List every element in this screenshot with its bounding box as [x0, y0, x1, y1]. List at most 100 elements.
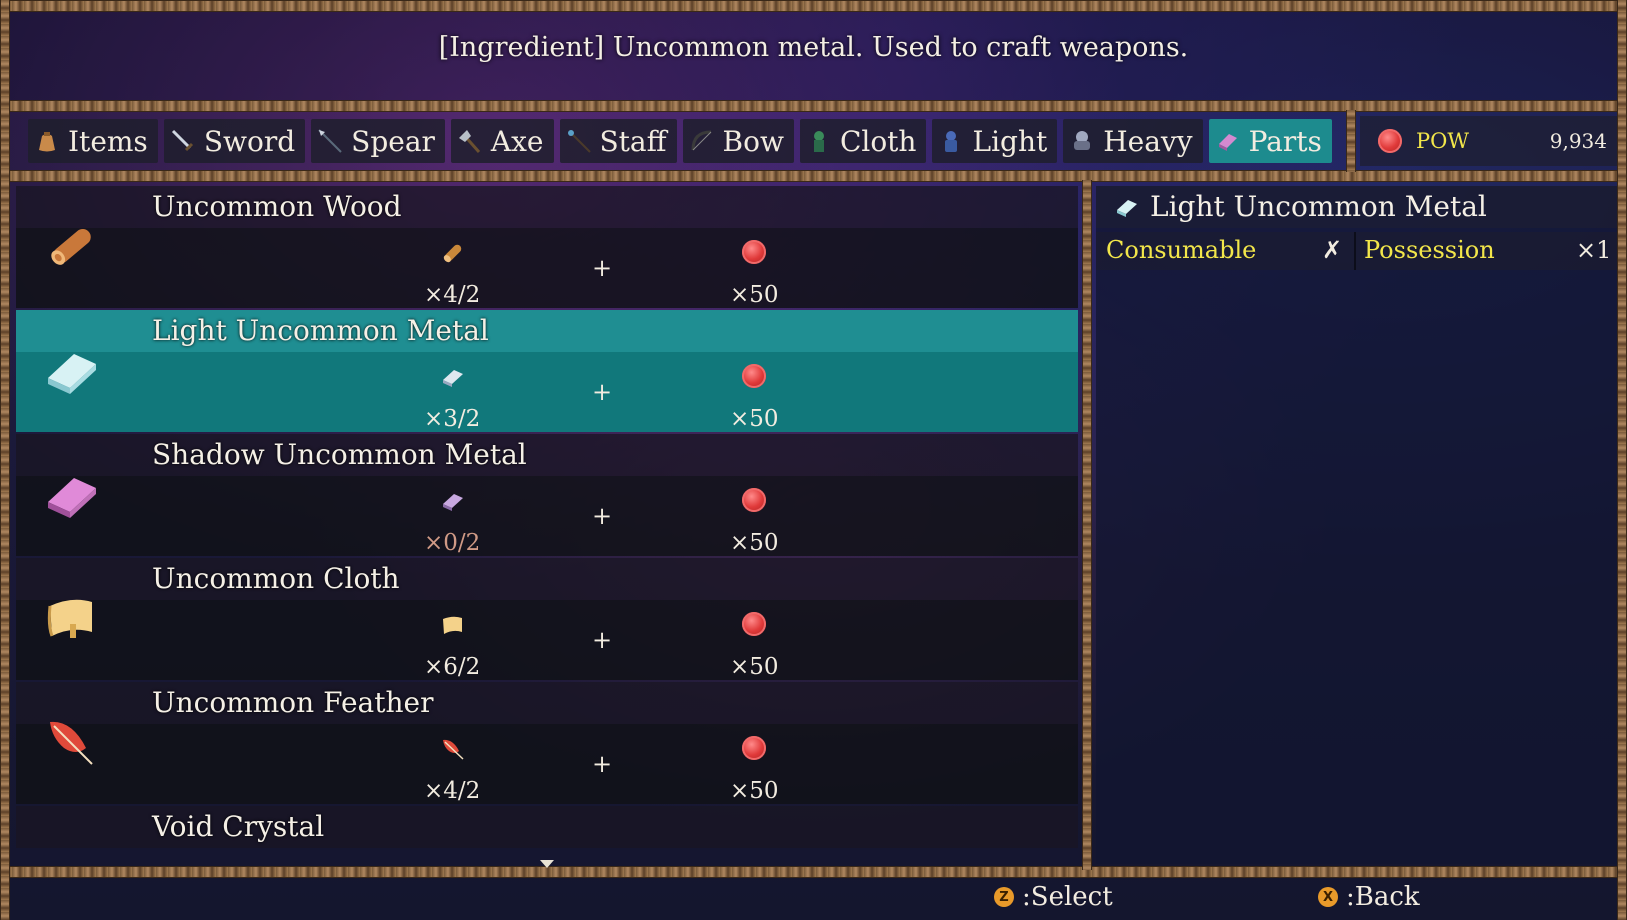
tab-heavy[interactable]: Heavy [1063, 119, 1203, 163]
item-description: [Ingredient] Uncommon metal. Used to cra… [438, 32, 1189, 63]
tab-label: Staff [599, 124, 667, 158]
tab-label: Sword [203, 124, 296, 158]
cost-quantity: ×50 [730, 406, 779, 432]
cost-quantity: ×50 [730, 530, 779, 556]
pow-coin-icon [742, 488, 766, 516]
back-label: :Back [1346, 882, 1420, 912]
item-detail-panel: Light Uncommon Metal Consumable ✗ Posses… [1096, 186, 1617, 864]
tab-label: Axe [490, 124, 544, 158]
heavy-armor-icon [1069, 128, 1095, 154]
recipe-name: Light Uncommon Metal [152, 314, 489, 347]
tab-sword[interactable]: Sword [163, 119, 306, 163]
tab-label: Heavy [1103, 124, 1193, 158]
light-metal-ingot-icon [42, 340, 102, 400]
currency-display: POW 9,934 [1360, 116, 1617, 166]
plus-sign: + [592, 750, 613, 778]
category-tabs: Items Sword Spear Axe Staff Bow Cloth Li… [10, 116, 1345, 166]
recipe-row-shadow-uncommon-metal[interactable]: Shadow Uncommon Metal ×0/2 + ×50 [16, 434, 1078, 558]
tab-label: Bow [722, 124, 784, 158]
tab-axe[interactable]: Axe [450, 119, 554, 163]
cost-quantity: ×50 [730, 778, 779, 804]
top-border [0, 0, 1627, 12]
possession-value: ×1 [1576, 236, 1612, 264]
material-quantity: ×4/2 [424, 282, 481, 308]
tab-spear[interactable]: Spear [311, 119, 445, 163]
staff-icon [566, 128, 592, 154]
tab-staff[interactable]: Staff [559, 119, 677, 163]
feather-icon [42, 712, 102, 772]
recipe-row-uncommon-feather[interactable]: Uncommon Feather ×4/2 + ×50 [16, 682, 1078, 806]
tab-cloth[interactable]: Cloth [799, 119, 927, 163]
select-hint[interactable]: Z :Select [994, 882, 1113, 912]
tab-bow[interactable]: Bow [682, 119, 794, 163]
tabs-divider [1346, 110, 1356, 172]
panel-divider [1082, 180, 1092, 870]
recipe-name: Uncommon Wood [152, 190, 402, 223]
possession-label: Possession [1364, 236, 1495, 264]
material-quantity: ×0/2 [424, 530, 481, 556]
back-hint[interactable]: X :Back [1318, 882, 1420, 912]
recipe-name: Uncommon Feather [152, 686, 434, 719]
spear-icon [317, 128, 343, 154]
tab-label: Spear [351, 124, 435, 158]
tab-label: Parts [1248, 124, 1322, 158]
cloth-icon [806, 128, 832, 154]
pow-coin-icon [742, 240, 766, 268]
tab-light[interactable]: Light [932, 119, 1058, 163]
tab-label: Light [972, 124, 1048, 158]
material-quantity: ×4/2 [424, 778, 481, 804]
sword-icon [170, 128, 196, 154]
plus-sign: + [592, 502, 613, 530]
scroll-down-arrow-icon[interactable] [540, 860, 554, 868]
recipe-list: Uncommon Wood ×4/2 + ×50 Light Uncommon … [16, 186, 1078, 864]
recipe-name: Shadow Uncommon Metal [152, 438, 527, 471]
recipe-row-void-crystal[interactable]: Void Crystal [16, 806, 1078, 864]
tab-parts[interactable]: Parts [1208, 119, 1332, 163]
tabs-bottom-border [0, 170, 1627, 182]
recipe-name: Void Crystal [152, 810, 325, 843]
tabs-top-border [0, 100, 1627, 112]
pow-coin-icon [1378, 129, 1402, 153]
wood-log-icon [42, 216, 102, 276]
material-icon [440, 240, 466, 266]
recipe-row-light-uncommon-metal[interactable]: Light Uncommon Metal ×3/2 + ×50 [16, 310, 1078, 434]
detail-properties: Consumable ✗ Possession ×1 [1096, 232, 1617, 270]
plus-sign: + [592, 254, 613, 282]
cloth-scroll-icon [42, 588, 102, 648]
cost-quantity: ×50 [730, 282, 779, 308]
tab-items[interactable]: Items [28, 119, 158, 163]
control-hints: Z :Select X :Back [0, 880, 1627, 920]
left-border [0, 0, 10, 920]
pow-coin-icon [742, 364, 766, 392]
light-metal-ingot-icon [1114, 194, 1140, 220]
cost-quantity: ×50 [730, 654, 779, 680]
right-border [1617, 0, 1627, 920]
material-quantity: ×6/2 [424, 654, 481, 680]
x-button-icon: X [1318, 887, 1338, 907]
shadow-metal-ingot-icon [42, 464, 102, 524]
plus-sign: + [592, 378, 613, 406]
consumable-value: ✗ [1322, 236, 1343, 264]
currency-value: 9,934 [1549, 129, 1607, 153]
select-label: :Select [1022, 882, 1113, 912]
detail-title: Light Uncommon Metal [1150, 190, 1487, 223]
material-icon [440, 736, 466, 762]
footer-border [0, 866, 1627, 878]
material-quantity: ×3/2 [424, 406, 481, 432]
material-icon [440, 364, 466, 390]
parts-icon [1215, 128, 1241, 154]
recipe-row-uncommon-cloth[interactable]: Uncommon Cloth ×6/2 + ×50 [16, 558, 1078, 682]
plus-sign: + [592, 626, 613, 654]
consumable-label: Consumable [1106, 236, 1257, 264]
tab-label: Items [68, 124, 148, 158]
recipe-row-uncommon-wood[interactable]: Uncommon Wood ×4/2 + ×50 [16, 186, 1078, 310]
z-button-icon: Z [994, 887, 1014, 907]
material-icon [440, 612, 466, 638]
material-icon [440, 488, 466, 514]
bag-icon [34, 128, 60, 154]
axe-icon [457, 128, 483, 154]
light-armor-icon [938, 128, 964, 154]
currency-label: POW [1416, 129, 1469, 153]
bow-icon [689, 128, 715, 154]
pow-coin-icon [742, 612, 766, 640]
